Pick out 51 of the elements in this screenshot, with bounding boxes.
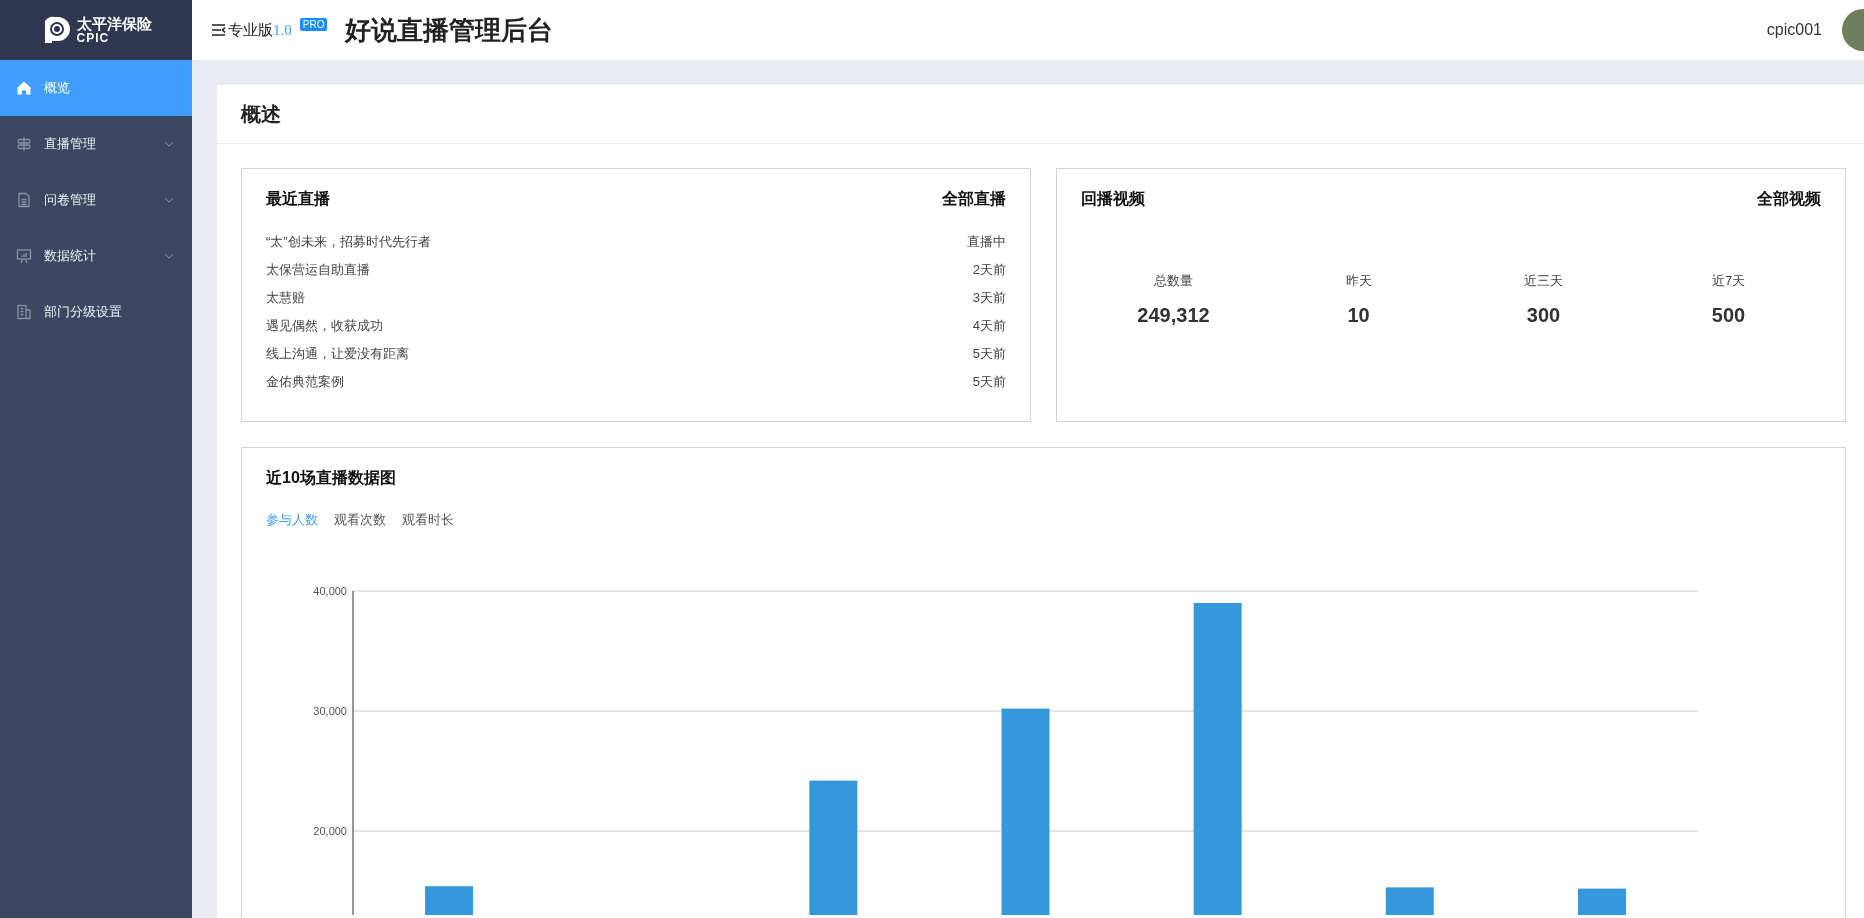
stat-label: 近7天: [1711, 272, 1746, 290]
stat-label: 昨天: [1345, 272, 1372, 290]
live-title[interactable]: 金佑典范案例: [266, 373, 344, 391]
card-title: 近10场直播数据图: [266, 468, 396, 488]
username[interactable]: cpic001: [1766, 21, 1822, 39]
live-title[interactable]: 太保营运自助直播: [266, 261, 370, 279]
presentation-board-icon: [16, 248, 32, 264]
building-icon: [16, 304, 32, 320]
edition-label: 专业版: [228, 20, 273, 40]
stat-label: 总数量: [1154, 272, 1193, 290]
stat-value: 249,312: [1137, 304, 1210, 327]
stat-value: 10: [1347, 304, 1370, 327]
live-time: 直播中: [967, 233, 1006, 251]
logo-text: 太平洋保险: [76, 15, 152, 32]
live-time: 2天前: [972, 261, 1006, 279]
stat-label: 近三天: [1524, 272, 1563, 290]
live-time: 4天前: [972, 317, 1006, 335]
view-all-link[interactable]: 全部视频: [1757, 189, 1821, 210]
bar: [425, 886, 474, 915]
menu-collapse-icon[interactable]: [212, 24, 226, 36]
sidebar-item[interactable]: 问卷管理: [0, 172, 192, 228]
stat-value: 300: [1526, 304, 1561, 327]
live-title[interactable]: 遇见偶然，收获成功: [266, 317, 383, 335]
signpost-icon: [16, 136, 32, 152]
panel-title: 概述: [241, 101, 281, 127]
pro-badge: PRO: [299, 18, 328, 31]
chart-tab[interactable]: 观看时长: [402, 511, 454, 529]
sidebar-item[interactable]: 数据统计: [0, 228, 192, 284]
home-icon: [16, 80, 32, 96]
stat-value: 500: [1711, 304, 1746, 327]
bar: [1577, 888, 1626, 915]
chart-tab[interactable]: 观看次数: [334, 511, 386, 529]
logo-subtext: CPIC: [76, 31, 110, 45]
version-number: 1.0: [273, 21, 292, 39]
live-time: 5天前: [972, 345, 1006, 363]
live-title[interactable]: 线上沟通，让爱没有距离: [266, 345, 409, 363]
y-axis-label: 40,000: [313, 585, 347, 597]
document-icon: [16, 192, 32, 208]
y-axis-label: 30,000: [313, 705, 347, 717]
sidebar-item[interactable]: 部门分级设置: [0, 284, 192, 340]
live-time: 5天前: [972, 373, 1006, 391]
view-all-link[interactable]: 全部直播: [942, 189, 1006, 210]
live-title[interactable]: 太慧赔: [266, 289, 305, 307]
live-title[interactable]: “太”创未来，招募时代先行者: [266, 233, 431, 251]
card-title: 最近直播: [266, 189, 330, 209]
y-axis-label: 20,000: [313, 825, 347, 837]
bar: [1385, 887, 1434, 915]
card-title: 回播视频: [1081, 189, 1145, 209]
sidebar-item[interactable]: 直播管理: [0, 116, 192, 172]
app-title: 好说直播管理后台: [345, 13, 554, 47]
live-time: 3天前: [972, 289, 1006, 307]
